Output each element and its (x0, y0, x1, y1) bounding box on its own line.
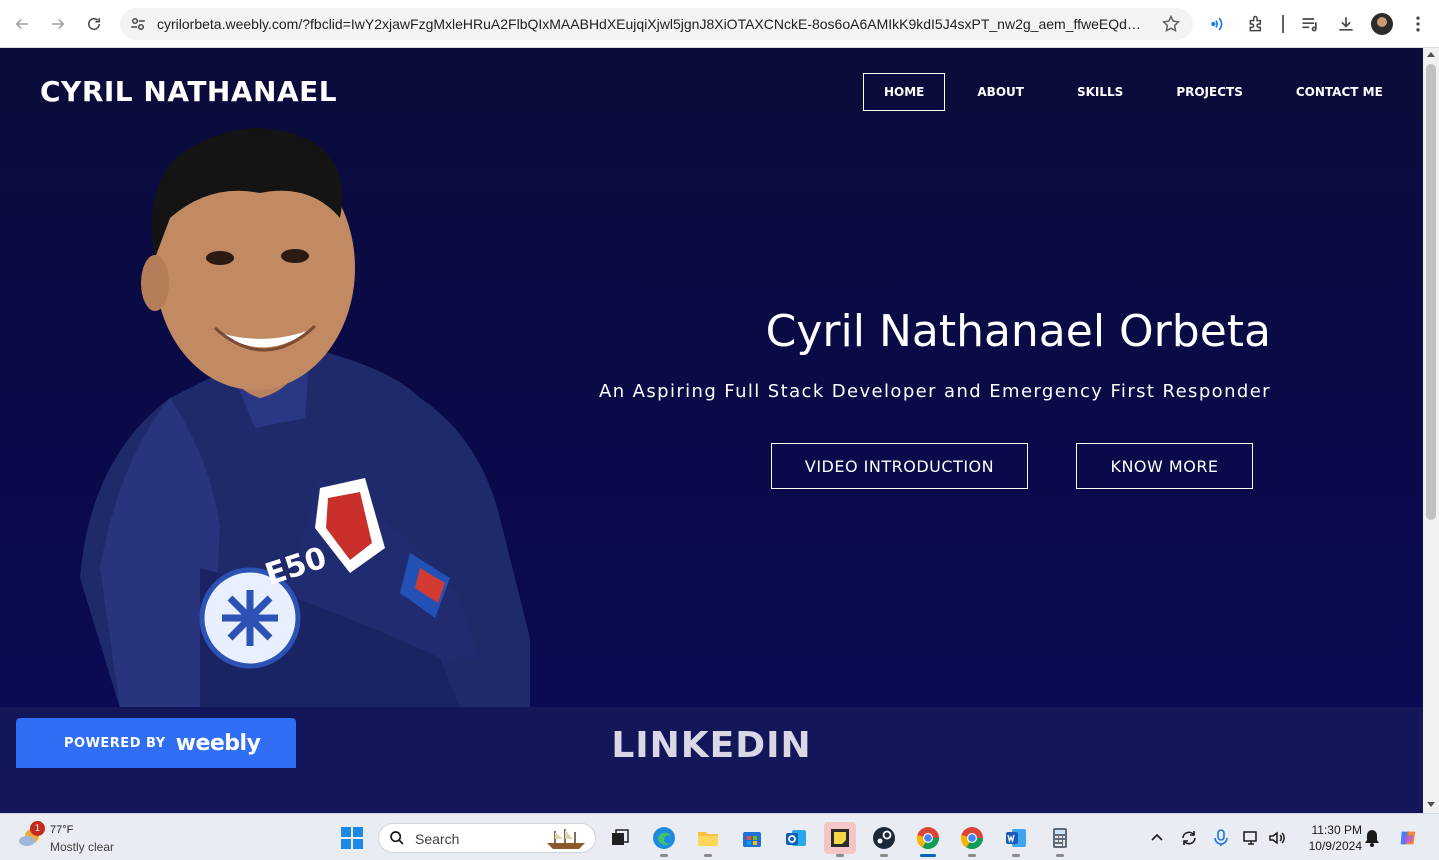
hero-portrait: E50 (80, 128, 530, 708)
reload-button[interactable] (82, 12, 106, 36)
outlook-icon (786, 830, 806, 846)
forward-button[interactable] (46, 12, 70, 36)
start-button[interactable] (336, 822, 368, 854)
windows-logo-icon (341, 827, 363, 849)
scroll-thumb[interactable] (1426, 64, 1436, 520)
tray-network-icon[interactable] (1241, 828, 1261, 848)
taskbar-steam[interactable] (868, 822, 900, 857)
task-view-icon (612, 829, 629, 845)
hero-section: CYRIL NATHANAEL HOME ABOUT SKILLS PROJEC… (0, 48, 1423, 708)
sticky-notes-icon (831, 829, 849, 847)
menu-kebab-icon[interactable] (1407, 13, 1429, 35)
powered-by-weebly-badge[interactable]: POWERED BY weebly (16, 718, 296, 768)
taskbar-outlook[interactable] (780, 822, 812, 854)
page-scrollbar[interactable] (1423, 48, 1439, 813)
nav-home[interactable]: HOME (863, 73, 946, 111)
taskbar-edge[interactable] (648, 822, 680, 857)
url-text[interactable]: cyrilorbeta.weebly.com/?fbclid=IwY2xjawF… (157, 15, 1147, 33)
tray-volume-icon[interactable] (1267, 828, 1287, 848)
taskbar-search[interactable]: Search (378, 823, 596, 853)
windows-taskbar: 1 77°F Mostly clear Search 11:30 PM 10/9… (0, 813, 1439, 860)
scroll-down-arrow-icon[interactable] (1427, 802, 1435, 807)
weather-widget[interactable]: 1 77°F Mostly clear (16, 820, 126, 856)
weather-temperature: 77°F (50, 824, 74, 836)
site-info-icon[interactable] (129, 15, 147, 33)
bookmark-star-icon[interactable] (1161, 14, 1181, 34)
downloads-icon[interactable] (1335, 13, 1357, 35)
reload-icon (88, 18, 100, 30)
taskbar-store[interactable] (736, 822, 768, 854)
search-highlight-ship-icon (547, 829, 585, 849)
folder-icon (698, 832, 718, 846)
taskbar-clock[interactable]: 11:30 PM 10/9/2024 (1296, 822, 1362, 854)
task-view-button[interactable] (604, 822, 636, 854)
taskbar-sticky-notes[interactable] (824, 822, 856, 857)
powered-by-label: POWERED BY (64, 735, 166, 751)
page-viewport: CYRIL NATHANAEL HOME ABOUT SKILLS PROJEC… (0, 48, 1423, 813)
taskbar-chrome-2[interactable] (956, 822, 988, 857)
taskbar-chrome-active[interactable] (912, 822, 944, 857)
read-aloud-icon[interactable] (1209, 13, 1231, 35)
back-button[interactable] (10, 12, 34, 36)
arrow-right-icon (52, 18, 65, 30)
nav-contact-me[interactable]: CONTACT ME (1275, 73, 1404, 111)
edge-icon (653, 827, 675, 849)
store-icon (743, 832, 761, 847)
taskbar-calculator[interactable] (1044, 822, 1076, 857)
know-more-button[interactable]: KNOW MORE (1076, 443, 1253, 489)
search-placeholder: Search (415, 831, 460, 847)
copilot-icon[interactable] (1398, 828, 1418, 848)
weather-alert-badge: 1 (30, 821, 45, 836)
tray-sync-icon[interactable] (1179, 828, 1199, 848)
clock-time: 11:30 PM (1311, 823, 1362, 837)
profile-avatar[interactable] (1371, 13, 1393, 35)
chrome-icon (916, 827, 939, 849)
extensions-icon[interactable] (1246, 13, 1268, 35)
word-icon (1006, 829, 1026, 847)
weather-condition: Mostly clear (50, 840, 115, 854)
reading-list-icon[interactable] (1299, 13, 1321, 35)
hero-subtitle: An Aspiring Full Stack Developer and Eme… (598, 381, 1271, 402)
weebly-logo: weebly (175, 730, 261, 756)
nav-about[interactable]: ABOUT (956, 73, 1045, 111)
tray-microphone-icon[interactable] (1211, 828, 1231, 848)
site-nav: HOME ABOUT SKILLS PROJECTS CONTACT ME (863, 73, 1415, 111)
scroll-up-arrow-icon[interactable] (1427, 52, 1435, 57)
notification-bell-icon[interactable] (1362, 828, 1382, 848)
toolbar-divider (1282, 15, 1284, 33)
calculator-icon (1053, 828, 1067, 848)
nav-skills[interactable]: SKILLS (1056, 73, 1144, 111)
nav-projects[interactable]: PROJECTS (1155, 73, 1264, 111)
chrome-icon (960, 827, 983, 849)
steam-icon (873, 827, 895, 849)
taskbar-file-explorer[interactable] (692, 822, 724, 857)
tray-overflow-chevron-icon[interactable] (1147, 828, 1167, 848)
hero-title: Cyril Nathanael Orbeta (765, 306, 1271, 357)
clock-date: 10/9/2024 (1308, 839, 1362, 853)
search-icon (390, 831, 404, 845)
video-introduction-button[interactable]: VIDEO INTRODUCTION (771, 443, 1028, 489)
address-bar[interactable]: cyrilorbeta.weebly.com/?fbclid=IwY2xjawF… (120, 8, 1193, 40)
browser-toolbar: cyrilorbeta.weebly.com/?fbclid=IwY2xjawF… (0, 0, 1439, 48)
arrow-left-icon (15, 18, 28, 30)
taskbar-word[interactable] (1000, 822, 1032, 857)
